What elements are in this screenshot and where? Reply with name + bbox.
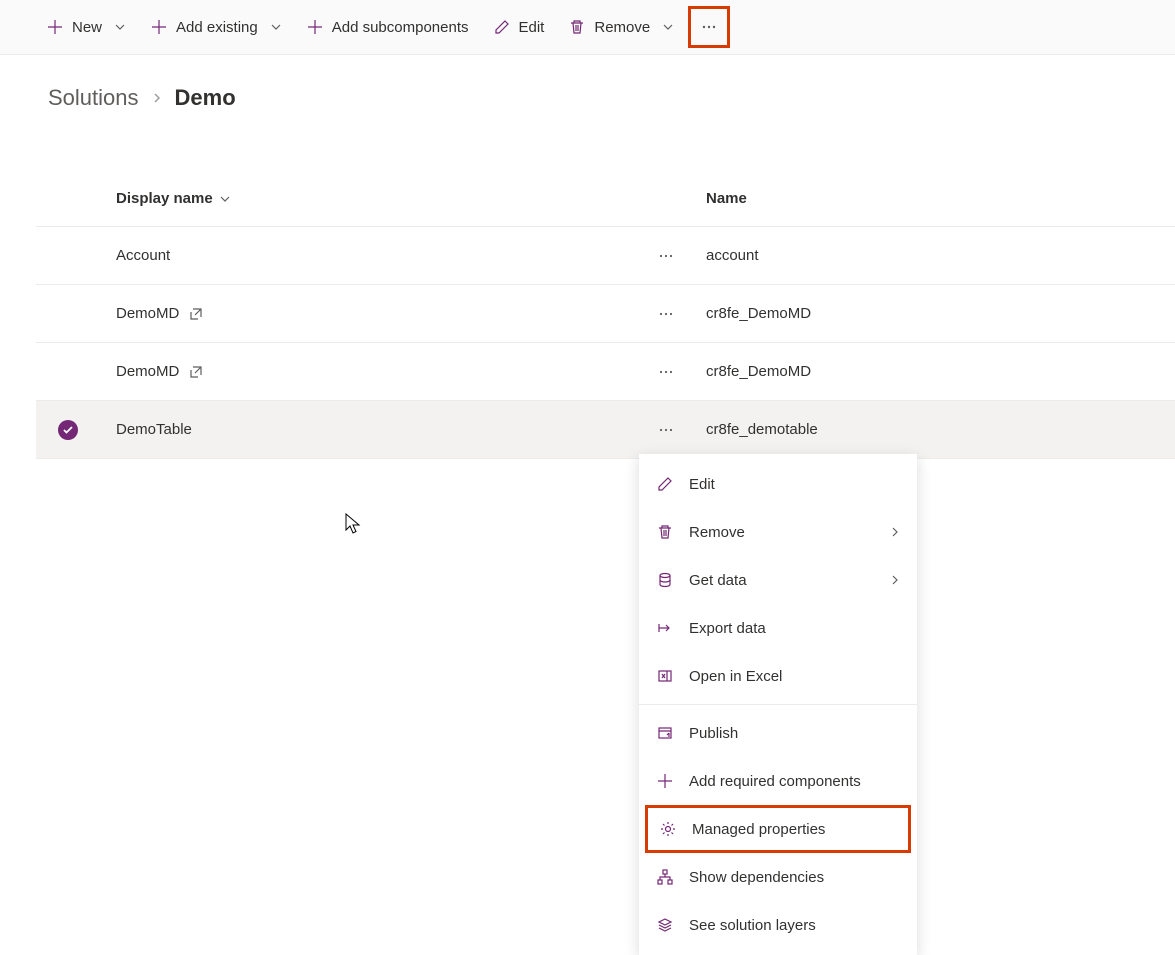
cursor-icon: [345, 513, 363, 537]
breadcrumb-current: Demo: [175, 85, 236, 111]
add-subcomponents-label: Add subcomponents: [332, 19, 469, 36]
more-horizontal-icon: [658, 248, 674, 264]
menu-label: Show dependencies: [689, 869, 824, 886]
gear-icon: [658, 819, 678, 839]
more-horizontal-icon: [658, 306, 674, 322]
database-icon: [655, 570, 675, 590]
menu-item-open-in-excel[interactable]: Open in Excel: [639, 652, 917, 700]
trash-icon: [568, 18, 586, 36]
row-check[interactable]: [58, 420, 116, 440]
add-existing-button[interactable]: Add existing: [140, 7, 292, 47]
layers-icon: [655, 915, 675, 935]
export-icon: [655, 618, 675, 638]
name-value: cr8fe_demotable: [706, 421, 818, 438]
menu-item-publish[interactable]: Publish: [639, 709, 917, 757]
plus-icon: [150, 18, 168, 36]
chevron-right-icon: [889, 574, 901, 586]
table-row[interactable]: DemoTable cr8fe_demotable: [36, 401, 1175, 459]
excel-icon: [655, 666, 675, 686]
display-name-value: Account: [116, 247, 170, 264]
cell-name: account: [706, 247, 759, 264]
open-external-icon[interactable]: [189, 365, 203, 379]
new-button[interactable]: New: [36, 7, 136, 47]
table-header: Display name Name: [36, 171, 1175, 227]
row-more-button[interactable]: [644, 234, 688, 278]
name-value: account: [706, 247, 759, 264]
cell-display-name: Account: [116, 247, 626, 264]
cell-display-name: DemoTable: [116, 421, 626, 438]
menu-item-managed-properties[interactable]: Managed properties: [645, 805, 911, 853]
edit-label: Edit: [519, 19, 545, 36]
more-horizontal-icon: [658, 364, 674, 380]
plus-icon: [46, 18, 64, 36]
column-name[interactable]: Name: [706, 190, 747, 207]
display-name-value: DemoTable: [116, 421, 192, 438]
menu-item-remove[interactable]: Remove: [639, 508, 917, 556]
trash-icon: [655, 522, 675, 542]
add-subcomponents-button[interactable]: Add subcomponents: [296, 7, 479, 47]
check-circle-icon: [58, 420, 78, 440]
menu-item-export-data[interactable]: Export data: [639, 604, 917, 652]
table-row[interactable]: DemoMD cr8fe_DemoMD: [36, 343, 1175, 401]
cell-display-name: DemoMD: [116, 305, 626, 322]
table-row[interactable]: DemoMD cr8fe_DemoMD: [36, 285, 1175, 343]
open-external-icon[interactable]: [189, 307, 203, 321]
cell-name: cr8fe_demotable: [706, 421, 818, 438]
breadcrumb-parent[interactable]: Solutions: [48, 85, 139, 111]
chevron-down-icon: [114, 21, 126, 33]
plus-icon: [306, 18, 324, 36]
chevron-down-icon: [270, 21, 282, 33]
pencil-icon: [655, 474, 675, 494]
plus-icon: [655, 771, 675, 791]
menu-label: Open in Excel: [689, 668, 782, 685]
cell-display-name: DemoMD: [116, 363, 626, 380]
more-commands-button[interactable]: [688, 6, 730, 48]
column-display-name[interactable]: Display name: [116, 190, 706, 207]
menu-item-show-dependencies[interactable]: Show dependencies: [639, 853, 917, 901]
menu-label: Export data: [689, 620, 766, 637]
column-display-name-label: Display name: [116, 190, 213, 207]
row-more-button[interactable]: [644, 408, 688, 452]
menu-label: See solution layers: [689, 917, 816, 934]
menu-label: Add required components: [689, 773, 861, 790]
menu-item-see-solution-layers[interactable]: See solution layers: [639, 901, 917, 949]
context-menu: Edit Remove Get data Export data Open in…: [639, 454, 917, 955]
chevron-right-icon: [889, 526, 901, 538]
chevron-right-icon: [151, 92, 163, 104]
chevron-down-icon: [662, 21, 674, 33]
menu-label: Publish: [689, 725, 738, 742]
row-more-button[interactable]: [644, 350, 688, 394]
menu-divider: [639, 704, 917, 705]
name-value: cr8fe_DemoMD: [706, 305, 811, 322]
row-more-button[interactable]: [644, 292, 688, 336]
toolbar: New Add existing Add subcomponents Edit …: [0, 0, 1175, 55]
menu-label: Get data: [689, 572, 747, 589]
menu-label: Remove: [689, 524, 745, 541]
hierarchy-icon: [655, 867, 675, 887]
new-label: New: [72, 19, 102, 36]
more-horizontal-icon: [700, 18, 718, 36]
cell-name: cr8fe_DemoMD: [706, 363, 811, 380]
add-existing-label: Add existing: [176, 19, 258, 36]
more-horizontal-icon: [658, 422, 674, 438]
menu-label: Edit: [689, 476, 715, 493]
cell-name: cr8fe_DemoMD: [706, 305, 811, 322]
components-table: Display name Name Account account: [36, 171, 1175, 459]
menu-item-add-required[interactable]: Add required components: [639, 757, 917, 805]
chevron-down-icon: [219, 193, 231, 205]
table-row[interactable]: Account account: [36, 227, 1175, 285]
name-value: cr8fe_DemoMD: [706, 363, 811, 380]
column-name-label: Name: [706, 190, 747, 207]
display-name-value: DemoMD: [116, 305, 179, 322]
publish-icon: [655, 723, 675, 743]
edit-button[interactable]: Edit: [483, 7, 555, 47]
menu-item-get-data[interactable]: Get data: [639, 556, 917, 604]
display-name-value: DemoMD: [116, 363, 179, 380]
menu-label: Managed properties: [692, 821, 825, 838]
breadcrumb: Solutions Demo: [0, 55, 1175, 131]
remove-label: Remove: [594, 19, 650, 36]
menu-item-edit[interactable]: Edit: [639, 460, 917, 508]
pencil-icon: [493, 18, 511, 36]
remove-button[interactable]: Remove: [558, 7, 684, 47]
